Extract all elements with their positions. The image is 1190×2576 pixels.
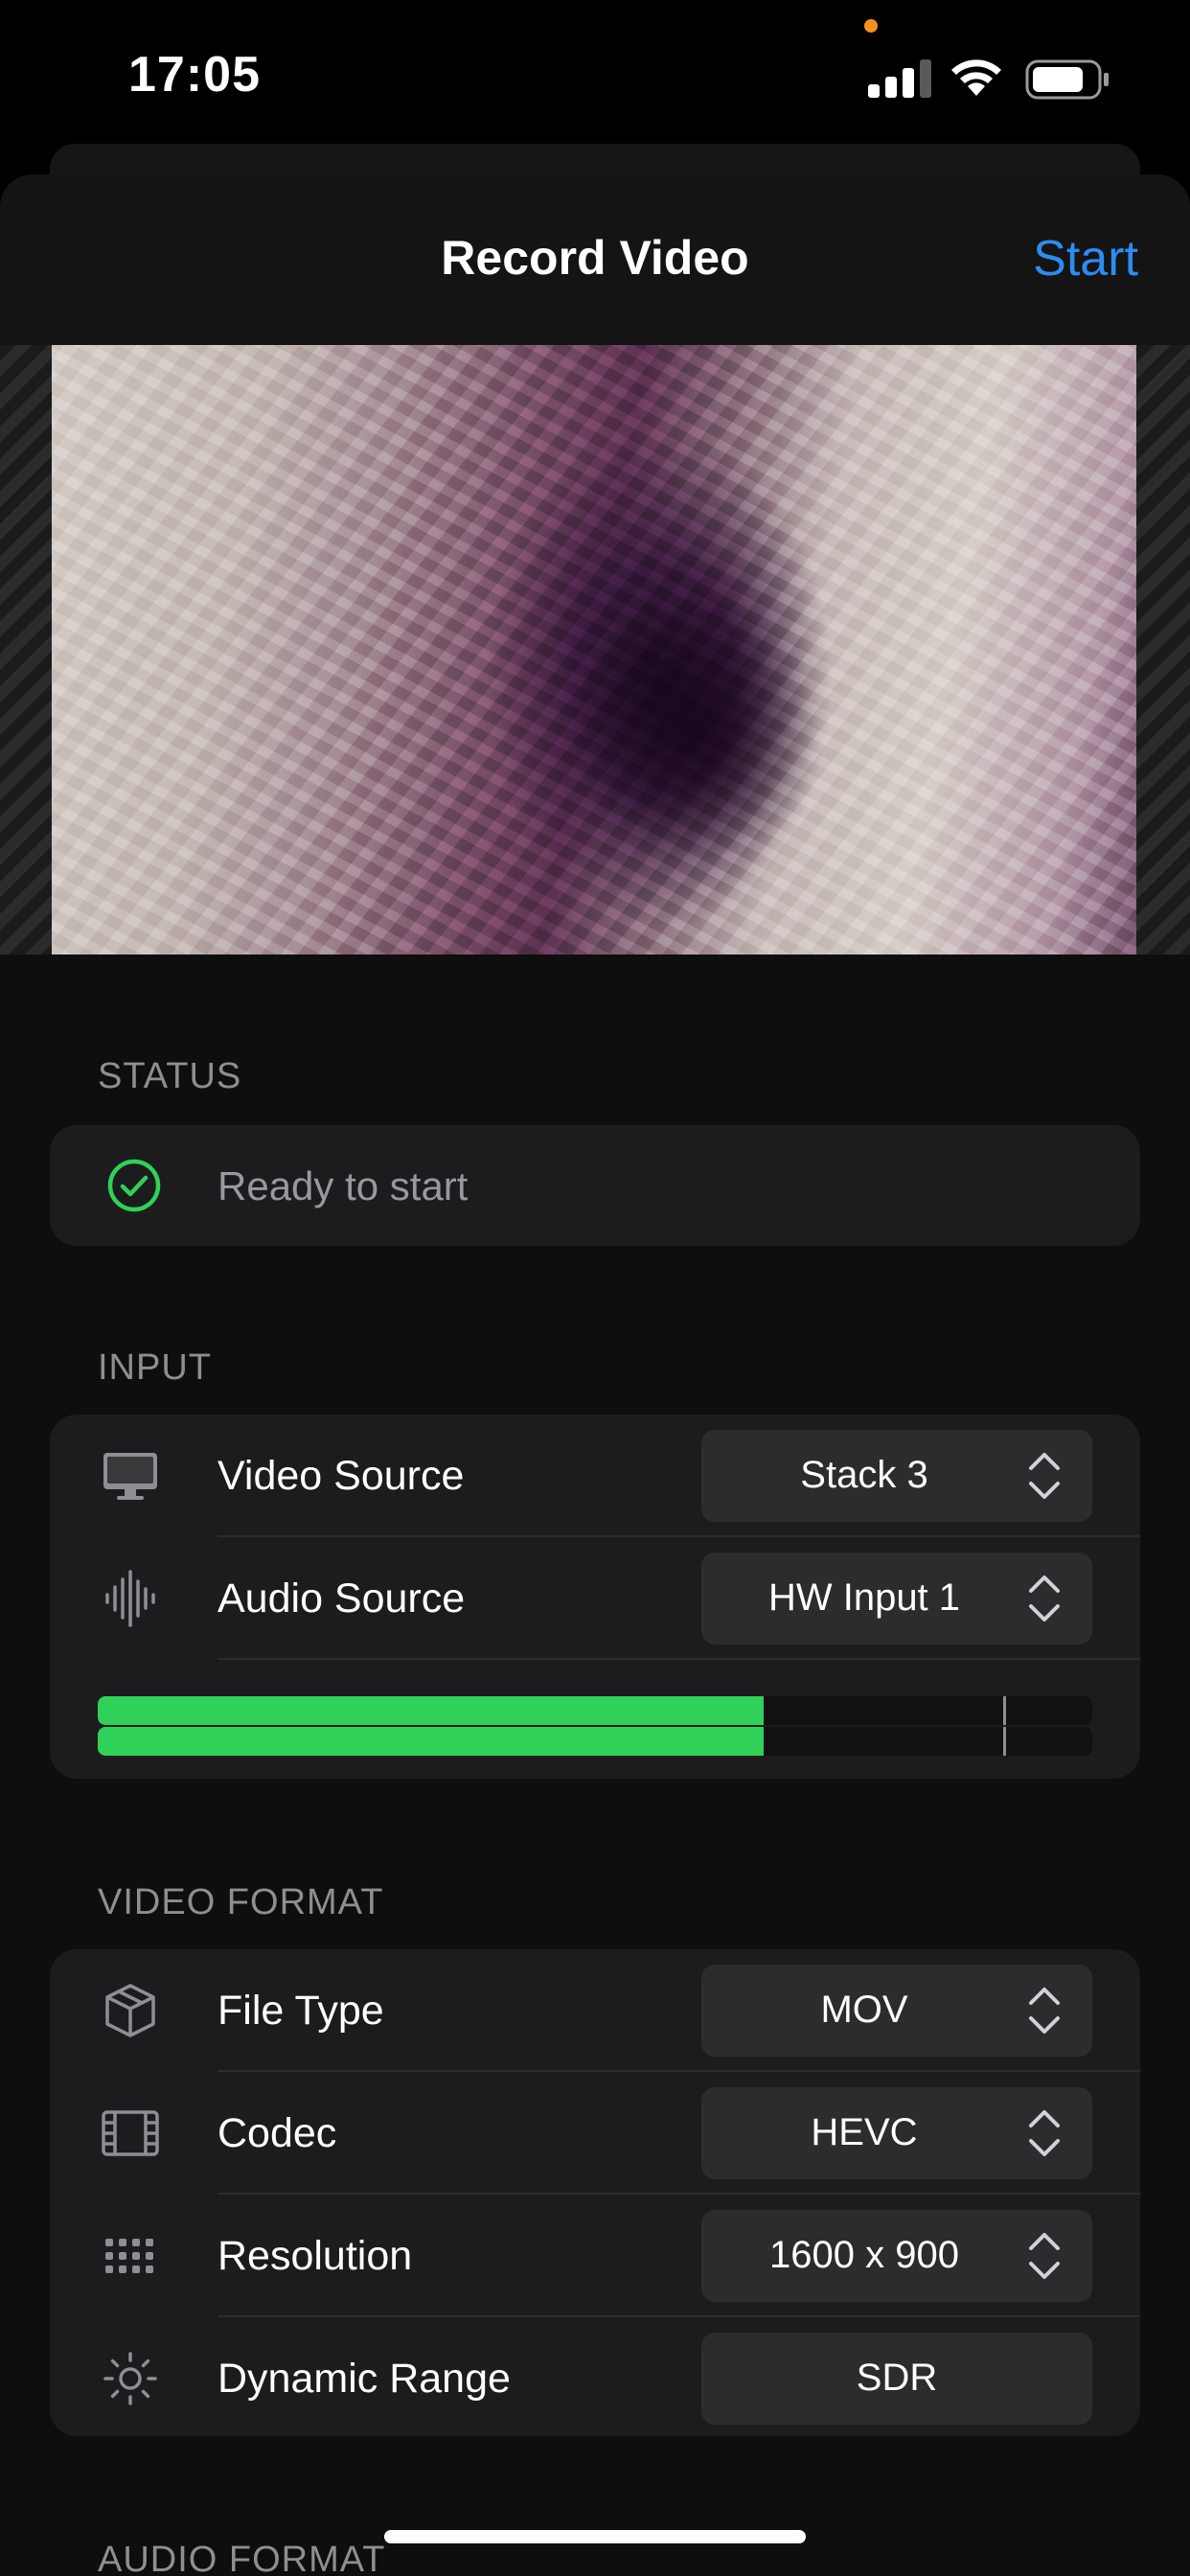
grid-dots-icon: [105, 2239, 153, 2273]
status-bar-time: 17:05: [128, 47, 261, 103]
display-icon: [103, 1453, 157, 1500]
preview-depth-shadow: [569, 594, 818, 862]
file-type-picker[interactable]: MOV: [701, 1965, 1092, 2057]
wifi-icon: [951, 59, 1001, 96]
video-source-row: Video Source Stack 3: [50, 1414, 1140, 1537]
audio-source-value: HW Input 1: [767, 1576, 961, 1619]
video-preview: [52, 345, 1136, 954]
audio-peak-marker: [1002, 1727, 1006, 1756]
resolution-picker[interactable]: 1600 x 900: [701, 2210, 1092, 2302]
input-card: Video Source Stack 3 Audio Source HW Inp…: [50, 1414, 1140, 1779]
chevron-up-down-icon: [1029, 1576, 1060, 1622]
section-header-video-format: VIDEO FORMAT: [98, 1882, 384, 1922]
cellular-signal-icon: [868, 59, 931, 98]
chevron-up-down-icon: [1029, 1988, 1060, 2034]
codec-value: HEVC: [811, 2111, 918, 2153]
file-type-label: File Type: [217, 1988, 384, 2034]
start-button[interactable]: Start: [1033, 230, 1138, 288]
audio-level-meter-left: [98, 1696, 1092, 1725]
chevron-up-down-icon: [1029, 1453, 1060, 1499]
cube-icon: [105, 1984, 155, 2037]
codec-label: Codec: [217, 2110, 337, 2156]
waveform-icon: [105, 1570, 155, 1627]
audio-source-picker[interactable]: HW Input 1: [701, 1552, 1092, 1644]
audio-peak-marker: [1002, 1696, 1006, 1725]
navigation-bar: Record Video Start: [0, 174, 1190, 345]
dynamic-range-row: Dynamic Range SDR: [50, 2317, 1140, 2436]
checkmark-circle-icon: [107, 1159, 161, 1212]
section-header-status: STATUS: [98, 1056, 242, 1096]
chevron-up-down-icon: [1029, 2110, 1060, 2156]
video-source-picker[interactable]: Stack 3: [701, 1430, 1092, 1522]
sun-icon: [103, 2352, 157, 2405]
codec-row: Codec HEVC: [50, 2072, 1140, 2195]
resolution-value: 1600 x 900: [769, 2234, 959, 2276]
video-source-value: Stack 3: [800, 1454, 928, 1496]
video-source-label: Video Source: [217, 1453, 465, 1499]
audio-level-fill: [98, 1727, 765, 1756]
dynamic-range-picker[interactable]: SDR: [701, 2333, 1092, 2425]
screen: 17:05 Record Video Start STATUS Ready to…: [0, 0, 1190, 2576]
chevron-up-down-icon: [1029, 2233, 1060, 2279]
home-indicator[interactable]: [384, 2530, 806, 2543]
codec-picker[interactable]: HEVC: [701, 2087, 1092, 2179]
battery-icon: [1025, 59, 1109, 100]
status-row: Ready to start: [50, 1125, 1140, 1246]
resolution-label: Resolution: [217, 2233, 413, 2279]
dynamic-range-label: Dynamic Range: [217, 2356, 511, 2402]
audio-level-fill: [98, 1696, 765, 1725]
audio-source-label: Audio Source: [217, 1576, 466, 1622]
row-divider: [217, 1658, 1140, 1660]
section-header-audio-format: AUDIO FORMAT: [98, 2540, 386, 2576]
dynamic-range-value: SDR: [856, 2357, 938, 2399]
film-icon: [102, 2110, 159, 2156]
record-video-sheet: Record Video Start STATUS Ready to start…: [0, 174, 1190, 2576]
status-text: Ready to start: [217, 1163, 469, 1208]
status-card: Ready to start: [50, 1125, 1140, 1246]
recording-indicator-dot: [864, 19, 878, 33]
audio-level-meter-right: [98, 1727, 1092, 1756]
file-type-value: MOV: [820, 1989, 908, 2031]
audio-source-row: Audio Source HW Input 1: [50, 1537, 1140, 1660]
section-header-input: INPUT: [98, 1347, 212, 1388]
file-type-row: File Type MOV: [50, 1949, 1140, 2072]
video-format-card: File Type MOV Codec HEVC Resolution 1600…: [50, 1949, 1140, 2436]
page-title: Record Video: [441, 231, 749, 285]
resolution-row: Resolution 1600 x 900: [50, 2195, 1140, 2317]
